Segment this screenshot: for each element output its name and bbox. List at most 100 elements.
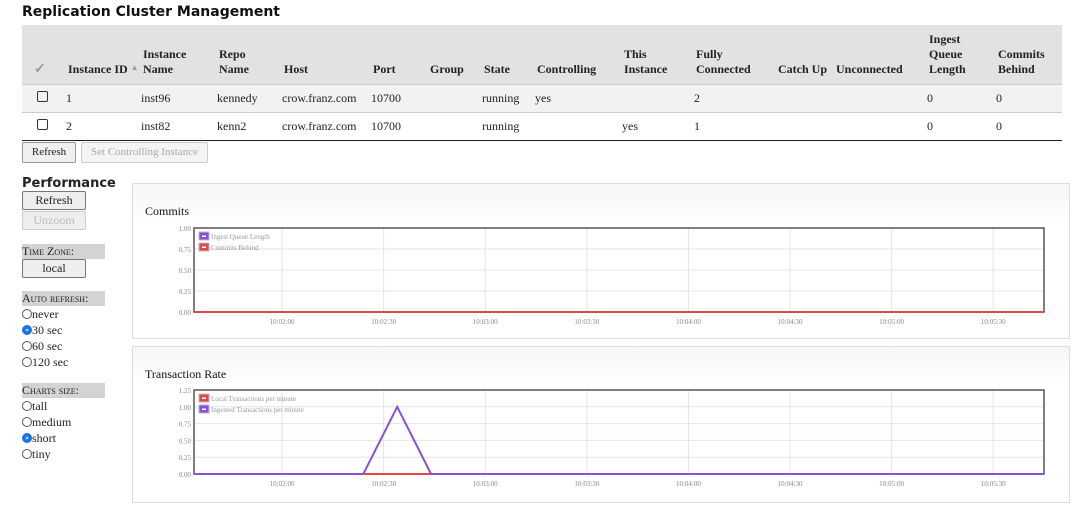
radio-button[interactable] [22,309,32,319]
select-all-checkmark-icon[interactable]: ✓ [22,25,60,84]
column-header-ingest-queue-length[interactable]: Ingest Queue Length [921,25,990,84]
cell-unconnected [828,111,921,141]
set-controlling-instance-button[interactable]: Set Controlling Instance [81,142,208,163]
x-tick-label: 10:04:30 [778,318,803,326]
radio-label: 60 sec [32,338,63,353]
x-tick-label: 10:03:30 [574,318,599,326]
column-header-repo-name[interactable]: Repo Name [211,25,276,84]
column-header-label: Group [430,61,464,76]
y-tick-label: 1.00 [179,225,192,233]
x-tick-label: 10:02:00 [270,480,295,488]
column-header-fully-connected[interactable]: Fully Connected [688,25,770,84]
x-tick-label: 10:02:00 [270,318,295,326]
column-header-instance-name[interactable]: Instance Name [135,25,211,84]
x-tick-label: 10:03:30 [574,480,599,488]
charts-size-option-tall[interactable]: tall [22,398,112,414]
instances-table: ✓ Instance ID ▲ Instance Name Repo Name Host… [22,25,1062,141]
cell-host: crow.franz.com [276,111,365,141]
cell-repo-name: kennedy [211,83,276,112]
cell-this-instance: yes [616,111,688,141]
page-title: Replication Cluster Management [22,4,280,20]
cell-port: 10700 [365,83,422,112]
column-header-state[interactable]: State [476,25,529,84]
column-header-group[interactable]: Group [422,25,476,84]
charts-size-label: Charts size: [22,383,105,398]
commits-chart[interactable]: Commits 0.00 0.25 0.50 0.75 1.00 10:02:00 10:02… [133,184,1069,338]
radio-button[interactable] [22,325,32,335]
x-tick-label: 10:04:00 [676,480,701,488]
table-row[interactable]: 2 inst82 kenn2 crow.franz.com 10700 running ye… [22,111,1062,141]
cell-fully-connected: 2 [688,83,770,112]
x-tick-label: 10:05:30 [981,318,1006,326]
column-header-host[interactable]: Host [276,25,365,84]
legend-label: Commits Behind [211,244,259,252]
auto-refresh-label: Auto refresh: [22,291,105,306]
column-header-commits-behind[interactable]: Commits Behind [990,25,1062,84]
column-header-label: Commits Behind [998,46,1045,76]
x-tick-label: 10:02:30 [371,318,396,326]
y-tick-label: 0.00 [179,309,192,317]
cell-state: running [476,111,529,141]
column-header-unconnected[interactable]: Unconnected [828,25,921,84]
row-checkbox[interactable] [37,118,48,130]
cell-port: 10700 [365,111,422,141]
refresh-button[interactable]: Refresh [22,142,76,163]
y-tick-label: 0.75 [179,421,192,429]
column-header-label: Unconnected [836,61,903,76]
charts-size-option-short[interactable]: short [22,430,112,446]
y-tick-label: 0.50 [179,437,192,445]
transaction-rate-chart[interactable]: Transaction Rate 0.00 0.25 0.50 0.75 1.00 1.25… [133,347,1069,502]
radio-button[interactable] [22,357,32,367]
charts-size-option-medium[interactable]: medium [22,414,112,430]
cell-host: crow.franz.com [276,83,365,112]
column-header-controlling[interactable]: Controlling [529,25,616,84]
unzoom-button[interactable]: Unzoom [22,211,86,230]
radio-button[interactable] [22,449,32,459]
radio-label: tall [32,398,48,413]
y-tick-label: 1.00 [179,404,192,412]
chart-title: Transaction Rate [145,367,226,381]
radio-button[interactable] [22,341,32,351]
auto-refresh-option-never[interactable]: never [22,306,112,322]
y-tick-label: 0.50 [179,267,192,275]
legend-label: Local Transactions per minute [211,395,296,403]
radio-button[interactable] [22,401,32,411]
time-zone-label: Time Zone: [22,244,105,259]
cell-instance-id: 2 [60,111,135,141]
time-zone-button[interactable]: local [22,259,86,278]
chart-title: Commits [145,204,189,218]
row-checkbox[interactable] [37,90,48,102]
cell-instance-name: inst96 [135,83,211,112]
transaction-rate-chart-panel: Transaction Rate 0.00 0.25 0.50 0.75 1.00 1.25… [132,346,1070,503]
legend-swatch-mark [202,246,206,248]
performance-title: Performance [22,176,116,191]
column-header-instance-id[interactable]: Instance ID ▲ [60,25,139,84]
column-header-catch-up[interactable]: Catch Up [770,25,828,84]
cell-group [422,111,476,141]
y-tick-label: 0.25 [179,454,192,462]
cell-this-instance [616,83,688,112]
column-header-label: This Instance [624,46,668,76]
column-header-label: Ingest Queue Length [929,31,966,76]
x-tick-label: 10:05:30 [981,480,1006,488]
legend-label: Ingested Transactions per minute [211,406,304,414]
radio-button[interactable] [22,433,32,443]
table-row[interactable]: 1 inst96 kennedy crow.franz.com 10700 running… [22,83,1062,112]
y-tick-label: 0.00 [179,471,192,479]
column-header-this-instance[interactable]: This Instance [616,25,688,84]
radio-button[interactable] [22,417,32,427]
column-header-port[interactable]: Port [365,25,422,84]
column-header-label: Fully Connected [696,46,751,76]
performance-refresh-button[interactable]: Refresh [22,191,86,210]
auto-refresh-option-120-sec[interactable]: 120 sec [22,354,112,370]
cell-unconnected [828,83,921,112]
column-header-label: Instance Name [143,46,187,76]
legend-swatch-mark [202,397,206,399]
radio-label: tiny [32,446,51,461]
x-tick-label: 10:05:00 [879,480,904,488]
charts-size-option-tiny[interactable]: tiny [22,446,112,462]
auto-refresh-option-60-sec[interactable]: 60 sec [22,338,112,354]
commits-chart-panel: Commits 0.00 0.25 0.50 0.75 1.00 10:02:00 10:02… [132,183,1070,339]
legend-swatch-mark [202,408,206,410]
auto-refresh-option-30-sec[interactable]: 30 sec [22,322,112,338]
